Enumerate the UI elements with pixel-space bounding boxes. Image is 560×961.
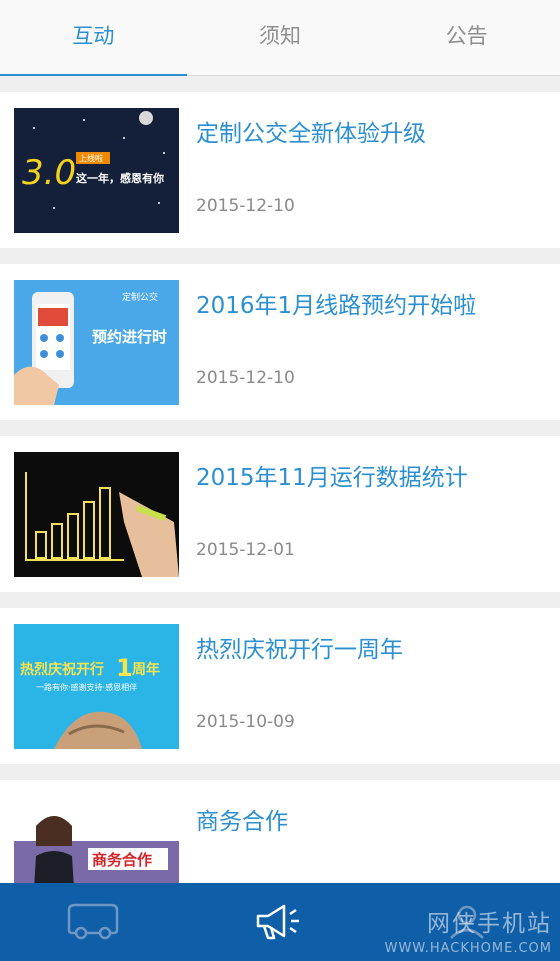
thumb-headline: 热烈庆祝开行 xyxy=(20,661,104,678)
thumb-subtitle: 一路有你·感谢支持·感恩相伴 xyxy=(36,682,137,692)
tab-announcement[interactable]: 公告 xyxy=(373,0,560,75)
news-title[interactable]: 热烈庆祝开行一周年 xyxy=(196,630,403,664)
bus-icon xyxy=(68,903,119,940)
tab-interaction[interactable]: 互动 xyxy=(0,0,187,76)
news-title[interactable]: 定制公交全新体验升级 xyxy=(196,114,426,148)
news-thumbnail: 上线啦 3.0 这一年，感恩有你 xyxy=(14,108,179,233)
thumb-version: 3.0 xyxy=(22,153,76,193)
news-thumbnail xyxy=(14,452,179,577)
nav-bus[interactable] xyxy=(0,883,187,961)
thumb-caption: 上线啦 xyxy=(79,153,103,163)
news-date: 2015-12-10 xyxy=(196,368,295,388)
thumb-slogan: 预约进行时 xyxy=(92,328,167,346)
megaphone-icon xyxy=(256,904,299,940)
thumb-brand: 定制公交 xyxy=(122,291,158,303)
news-item[interactable]: 2015年11月运行数据统计 2015-12-01 xyxy=(0,436,560,592)
news-title[interactable]: 商务合作 xyxy=(196,802,288,836)
news-item[interactable]: 上线啦 3.0 这一年，感恩有你 定制公交全新体验升级 2015-12-10 xyxy=(0,92,560,248)
tab-notice[interactable]: 须知 xyxy=(187,0,374,75)
thumb-number: 1 xyxy=(116,654,133,682)
watermark-url: WWW.HACKHOME.COM xyxy=(384,941,552,956)
watermark-title: 网侠手机站 xyxy=(427,911,552,937)
bottom-nav-bar: 网侠手机站 WWW.HACKHOME.COM xyxy=(0,883,560,961)
news-title[interactable]: 2015年11月运行数据统计 xyxy=(196,458,468,492)
news-thumbnail: 定制公交 预约进行时 xyxy=(14,280,179,405)
news-thumbnail: 热烈庆祝开行 1 周年 一路有你·感谢支持·感恩相伴 xyxy=(14,624,179,749)
thumb-headline-suffix: 周年 xyxy=(132,661,160,678)
nav-announcements[interactable] xyxy=(187,883,374,961)
news-feed: 上线啦 3.0 这一年，感恩有你 定制公交全新体验升级 2015-12-10 定… xyxy=(0,92,560,952)
news-date: 2015-12-01 xyxy=(196,540,295,560)
watermark: 网侠手机站 WWW.HACKHOME.COM xyxy=(384,911,552,956)
news-item[interactable]: 热烈庆祝开行 1 周年 一路有你·感谢支持·感恩相伴 热烈庆祝开行一周年 201… xyxy=(0,608,560,764)
news-title[interactable]: 2016年1月线路预约开始啦 xyxy=(196,286,476,320)
news-date: 2015-10-09 xyxy=(196,712,295,732)
thumb-slogan: 这一年，感恩有你 xyxy=(76,171,164,185)
top-tab-bar: 互动 须知 公告 xyxy=(0,0,560,76)
news-item[interactable]: 定制公交 预约进行时 2016年1月线路预约开始啦 2015-12-10 xyxy=(0,264,560,420)
news-date: 2015-12-10 xyxy=(196,196,295,216)
thumb-headline: 商务合作 xyxy=(92,851,152,869)
